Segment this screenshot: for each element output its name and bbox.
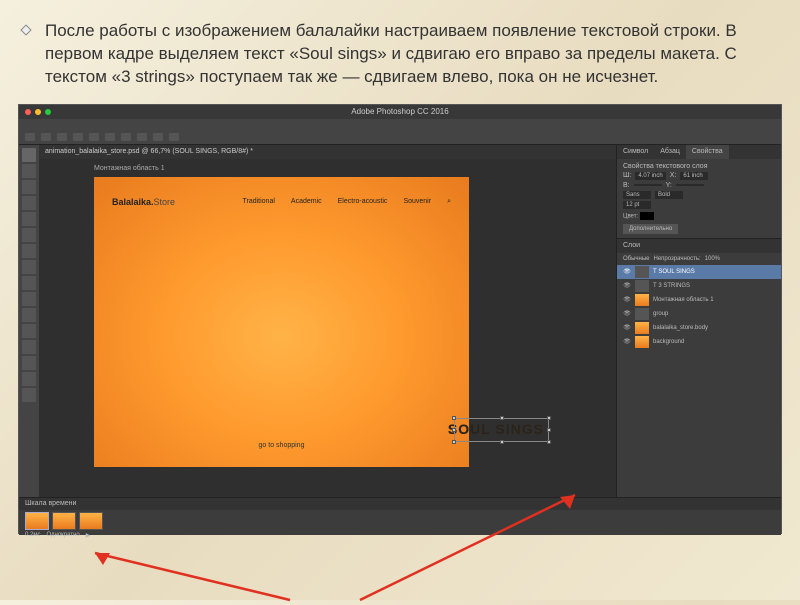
window-titlebar: Adobe Photoshop CC 2016 (19, 105, 781, 119)
layer-list: 👁 Т SOUL SINGS 👁 Т 3 STRINGS 👁 Монтажная… (617, 265, 781, 497)
window-controls (25, 109, 51, 115)
tab-paragraph[interactable]: Абзац (654, 145, 686, 159)
app-title: Adobe Photoshop CC 2016 (351, 107, 448, 116)
nav-item: Electro-acoustic (338, 198, 388, 206)
layers-panel-title: Слои (617, 239, 781, 253)
tab-character[interactable]: Символ (617, 145, 654, 159)
font-field[interactable]: Sans (623, 191, 651, 199)
eyedropper-tool-icon[interactable] (22, 228, 36, 242)
artboard[interactable]: Balalaika.Store Traditional Academic Ele… (94, 177, 469, 467)
brand-sub: Store (154, 197, 176, 207)
y-label: Y: (666, 182, 672, 189)
visibility-icon[interactable]: 👁 (623, 324, 631, 331)
zoom-tool-icon[interactable] (22, 388, 36, 402)
layer-row[interactable]: 👁 balalaika_store.body (617, 321, 781, 335)
properties-subtitle: Свойства текстового слоя (623, 163, 775, 170)
width-field[interactable]: 4.07 inch (635, 172, 665, 180)
close-icon[interactable] (25, 109, 31, 115)
layer-row[interactable]: 👁 Монтажная область 1 (617, 293, 781, 307)
brand-main: Balalaika. (112, 197, 154, 207)
properties-panel: Свойства текстового слоя Ш: 4.07 inch X:… (617, 159, 781, 238)
layer-name: group (653, 311, 668, 317)
play-icon[interactable]: ▶ (86, 532, 91, 539)
maximize-icon[interactable] (45, 109, 51, 115)
tools-panel (19, 145, 39, 497)
properties-panel-tabs: Символ Абзац Свойства (617, 145, 781, 159)
height-field[interactable] (634, 184, 662, 186)
weight-field[interactable]: Bold (655, 191, 683, 199)
crop-tool-icon[interactable] (22, 212, 36, 226)
h-label: В: (623, 182, 630, 189)
layer-name: background (653, 339, 684, 345)
move-tool-icon[interactable] (22, 148, 36, 162)
minimize-icon[interactable] (35, 109, 41, 115)
mock-header: Balalaika.Store Traditional Academic Ele… (112, 197, 451, 207)
hand-tool-icon[interactable] (22, 372, 36, 386)
visibility-icon[interactable]: 👁 (623, 268, 631, 275)
eraser-tool-icon[interactable] (22, 276, 36, 290)
w-label: Ш: (623, 172, 631, 179)
color-swatch-label: Цвет: (623, 212, 775, 220)
mock-brand: Balalaika.Store (112, 197, 175, 207)
document-tab[interactable]: animation_balalaika_store.psd @ 66,7% (S… (39, 145, 616, 159)
opacity-label: Непрозрачность: (654, 256, 701, 262)
layer-row[interactable]: 👁 Т 3 STRINGS (617, 279, 781, 293)
type-tool-icon[interactable] (22, 324, 36, 338)
visibility-icon[interactable]: 👁 (623, 282, 631, 289)
timeline-panel: Шкала времени 0,2мс Однократно ▶ (19, 497, 781, 535)
nav-item: Traditional (242, 198, 274, 206)
opacity-field[interactable]: 100% (705, 256, 720, 262)
mock-nav: Traditional Academic Electro-acoustic So… (242, 198, 451, 206)
timeline-frame[interactable] (52, 512, 76, 530)
marquee-tool-icon[interactable] (22, 164, 36, 178)
layers-panel: Слои Обычные Непрозрачность: 100% 👁 Т SO… (617, 238, 781, 497)
layer-name: Т 3 STRINGS (653, 283, 690, 289)
y-field[interactable] (676, 184, 704, 186)
slide-bullet-text: После работы с изображением балалайки на… (0, 0, 800, 99)
photoshop-window: Adobe Photoshop CC 2016 animation_balala… (18, 104, 782, 534)
visibility-icon[interactable]: 👁 (623, 338, 631, 345)
x-field[interactable]: 61 inch (680, 172, 708, 180)
timeline-frame[interactable] (79, 512, 103, 530)
canvas-area[interactable]: Монтажная область 1 Balalaika.Store Trad… (39, 159, 616, 497)
color-swatch[interactable] (640, 212, 654, 220)
artboard-label: Монтажная область 1 (94, 165, 165, 172)
stamp-tool-icon[interactable] (22, 260, 36, 274)
pen-tool-icon[interactable] (22, 308, 36, 322)
layer-row[interactable]: 👁 Т SOUL SINGS (617, 265, 781, 279)
brush-tool-icon[interactable] (22, 244, 36, 258)
right-panels: Символ Абзац Свойства Свойства текстовог… (616, 145, 781, 497)
lasso-tool-icon[interactable] (22, 180, 36, 194)
menu-bar[interactable] (19, 119, 781, 131)
layer-row[interactable]: 👁 background (617, 335, 781, 349)
path-tool-icon[interactable] (22, 340, 36, 354)
x-label: X: (670, 172, 677, 179)
shape-tool-icon[interactable] (22, 356, 36, 370)
tab-properties[interactable]: Свойства (686, 145, 729, 159)
visibility-icon[interactable]: 👁 (623, 296, 631, 303)
size-field[interactable]: 12 pt (623, 201, 651, 209)
gradient-tool-icon[interactable] (22, 292, 36, 306)
annotation-arrow-icon (80, 545, 300, 605)
layer-name: Т SOUL SINGS (653, 269, 695, 275)
nav-item: Academic (291, 198, 322, 206)
search-icon: ⌕ (447, 198, 451, 206)
transform-bounding-box[interactable] (454, 418, 549, 442)
options-bar[interactable] (19, 131, 781, 145)
layer-name: balalaika_store.body (653, 325, 708, 331)
visibility-icon[interactable]: 👁 (623, 310, 631, 317)
timeline-frame[interactable] (25, 512, 49, 530)
mock-cta: go to shopping (259, 442, 305, 449)
blend-mode[interactable]: Обычные (623, 256, 650, 262)
wand-tool-icon[interactable] (22, 196, 36, 210)
layer-name: Монтажная область 1 (653, 297, 714, 303)
nav-item: Souvenir (403, 198, 431, 206)
advanced-button[interactable]: Дополнительно (623, 224, 678, 234)
frame-delay[interactable]: 0,2мс (25, 532, 40, 538)
timeline-title: Шкала времени (19, 498, 781, 510)
loop-mode[interactable]: Однократно (46, 532, 79, 538)
layer-row[interactable]: 👁 group (617, 307, 781, 321)
